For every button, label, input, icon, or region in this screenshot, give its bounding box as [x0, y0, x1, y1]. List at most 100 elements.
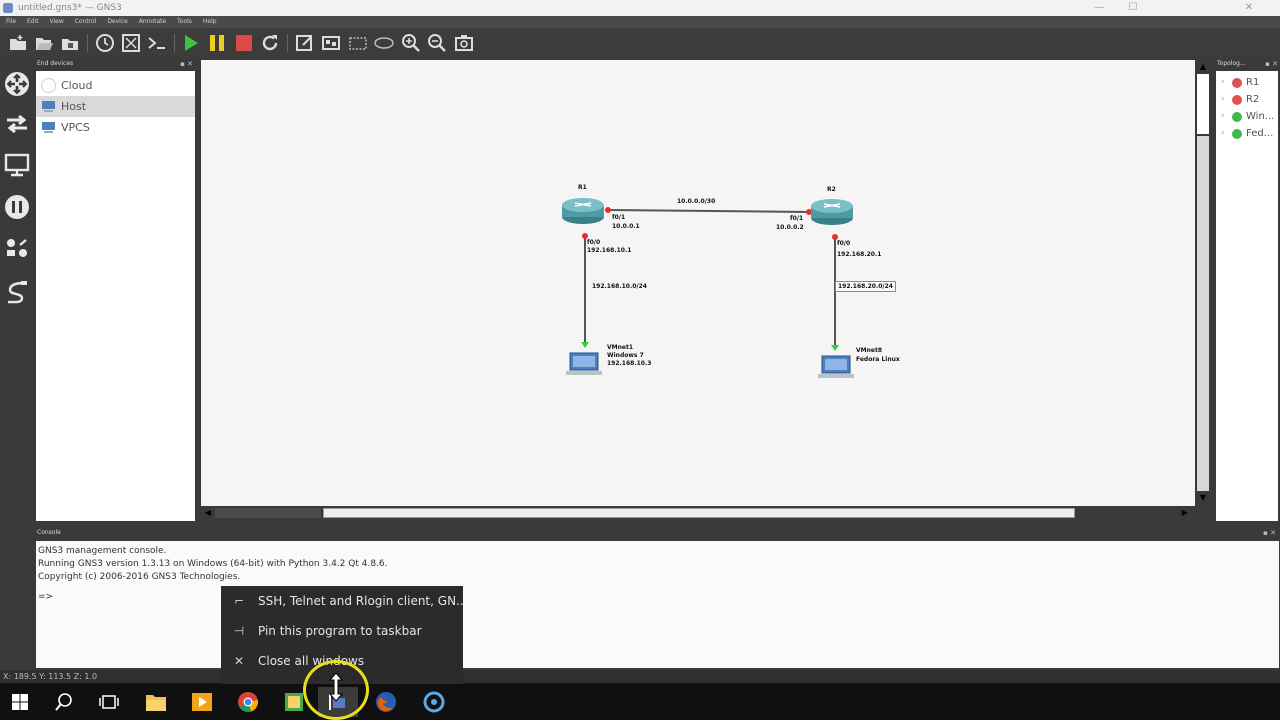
- zoom-in-button[interactable]: [400, 32, 422, 54]
- device-item-vpcs[interactable]: VPCS: [36, 117, 195, 138]
- scroll-right-arrow-icon[interactable]: ▶: [1179, 507, 1191, 519]
- menu-device[interactable]: Device: [107, 16, 128, 28]
- vertical-scroll-thumb[interactable]: [1197, 74, 1209, 134]
- router-r2[interactable]: [811, 199, 853, 225]
- vertical-scroll-track[interactable]: [1197, 136, 1209, 491]
- close-window-button[interactable]: ✕: [1234, 0, 1264, 16]
- net-right-label[interactable]: 192.168.20.0/24: [835, 281, 896, 292]
- menu-annotate[interactable]: Annotate: [139, 16, 166, 28]
- panel-dock-buttons[interactable]: ▪ ✕: [180, 58, 193, 70]
- suspend-all-button[interactable]: [206, 32, 228, 54]
- taskbar-cortana[interactable]: [414, 687, 454, 717]
- topology-item-r1[interactable]: › R1: [1216, 74, 1278, 91]
- menu-edit[interactable]: Edit: [27, 16, 39, 28]
- browse-switches-button[interactable]: [3, 110, 31, 138]
- expand-chevron-icon[interactable]: ›: [1221, 74, 1225, 91]
- end-devices-list: Cloud Host VPCS: [36, 71, 195, 521]
- panel-dock-buttons[interactable]: ▪ ✕: [1263, 527, 1276, 539]
- topology-canvas[interactable]: R1 R2 10.0.0.0/30 f0/1 10.0.0.1 f0/1 10.…: [201, 60, 1195, 506]
- link-r1-r2-label[interactable]: 10.0.0.0/30: [677, 198, 715, 205]
- start-button[interactable]: [0, 687, 40, 717]
- host-fedora[interactable]: [818, 355, 854, 378]
- console-line: Copyright (c) 2006-2016 GNS3 Technologie…: [38, 572, 241, 582]
- taskbar-firefox[interactable]: [366, 687, 406, 717]
- menu-file[interactable]: File: [6, 16, 16, 28]
- minimize-button[interactable]: —: [1084, 0, 1114, 16]
- horizontal-scroll-track-left[interactable]: [215, 508, 321, 518]
- cursor-coordinates: X: 189.5 Y: 113.5 Z: 1.0: [3, 672, 98, 681]
- host-windows7[interactable]: [566, 352, 602, 375]
- host2-os-label[interactable]: Fedora Linux: [856, 356, 900, 363]
- switch-icon: [7, 114, 27, 134]
- task-view-button[interactable]: [89, 687, 129, 717]
- add-note-button[interactable]: [294, 32, 316, 54]
- link-r1-r2[interactable]: [607, 209, 812, 213]
- reload-all-button[interactable]: [259, 32, 281, 54]
- menu-tools[interactable]: Tools: [177, 16, 192, 28]
- browse-security-devices-button[interactable]: [3, 193, 31, 221]
- r2-name-label[interactable]: R2: [827, 186, 836, 193]
- browse-all-devices-button[interactable]: [3, 235, 31, 263]
- router-r1[interactable]: [562, 198, 604, 224]
- topology-item-r2[interactable]: › R2: [1216, 91, 1278, 108]
- jumplist-pin-to-taskbar[interactable]: ⊣ Pin this program to taskbar: [221, 616, 463, 646]
- snapshot-button[interactable]: [94, 32, 116, 54]
- canvas-vertical-scrollbar[interactable]: ▲ ▼: [1196, 60, 1210, 506]
- status-stopped-icon: [1232, 78, 1242, 88]
- taskbar-chrome[interactable]: [228, 687, 268, 717]
- end-devices-panel: End devices ▪ ✕ Cloud Host VPCS: [34, 58, 197, 522]
- save-project-button[interactable]: [59, 32, 81, 54]
- new-project-button[interactable]: [7, 32, 29, 54]
- topology-item-fedora[interactable]: › Fed...: [1216, 125, 1278, 142]
- host1-if-label[interactable]: VMnet1: [607, 344, 633, 351]
- chrome-icon: [238, 692, 258, 712]
- topology-item-windows[interactable]: › Win...: [1216, 108, 1278, 125]
- canvas-horizontal-scrollbar[interactable]: ◀ ▶: [201, 506, 1195, 520]
- console-header: Console ▪ ✕: [34, 527, 1280, 539]
- interface-labels-icon: [122, 34, 140, 52]
- device-item-cloud[interactable]: Cloud: [36, 75, 195, 96]
- menu-view[interactable]: View: [50, 16, 64, 28]
- main-toolbar: [0, 28, 1280, 58]
- expand-chevron-icon[interactable]: ›: [1221, 125, 1225, 142]
- jumplist-terminal-client[interactable]: ⌐ SSH, Telnet and Rlogin client, GN...: [221, 586, 468, 616]
- host1-os-label[interactable]: Windows 7: [607, 352, 644, 359]
- panel-dock-buttons[interactable]: ▪ ✕: [1265, 58, 1278, 70]
- scroll-down-arrow-icon[interactable]: ▼: [1197, 492, 1209, 504]
- scroll-up-arrow-icon[interactable]: ▲: [1197, 61, 1209, 73]
- console-all-button[interactable]: [146, 32, 168, 54]
- security-device-icon: [5, 195, 29, 219]
- menu-control[interactable]: Control: [75, 16, 97, 28]
- browse-routers-button[interactable]: [3, 70, 31, 98]
- folder-open-icon: [36, 38, 53, 50]
- browse-end-devices-button[interactable]: [3, 151, 31, 179]
- taskbar-media-app[interactable]: [182, 687, 222, 717]
- draw-ellipse-button[interactable]: [373, 32, 395, 54]
- play-icon: [185, 35, 198, 51]
- jumplist-item-label: SSH, Telnet and Rlogin client, GN...: [258, 594, 468, 608]
- r1-name-label[interactable]: R1: [578, 184, 587, 191]
- expand-chevron-icon[interactable]: ›: [1221, 108, 1225, 125]
- scroll-left-arrow-icon[interactable]: ◀: [202, 507, 214, 519]
- expand-chevron-icon[interactable]: ›: [1221, 91, 1225, 108]
- open-project-button[interactable]: [33, 32, 55, 54]
- r1-f01-if-label: f0/1: [612, 214, 626, 221]
- host2-if-label[interactable]: VMnet8: [856, 347, 882, 354]
- start-all-button[interactable]: [180, 32, 202, 54]
- add-link-button[interactable]: [3, 278, 31, 306]
- horizontal-scroll-thumb[interactable]: [323, 508, 1075, 518]
- taskbar-file-explorer[interactable]: [136, 687, 176, 717]
- insert-picture-button[interactable]: [320, 32, 342, 54]
- host1-ip-label[interactable]: 192.168.10.3: [607, 360, 651, 367]
- device-item-host[interactable]: Host: [36, 96, 195, 117]
- maximize-button[interactable]: ☐: [1118, 0, 1148, 16]
- show-interface-labels-button[interactable]: [120, 32, 142, 54]
- zoom-out-button[interactable]: [426, 32, 448, 54]
- net-left-label[interactable]: 192.168.10.0/24: [592, 283, 647, 290]
- search-button[interactable]: [44, 687, 84, 717]
- draw-rectangle-button[interactable]: [347, 32, 369, 54]
- screenshot-button[interactable]: [453, 32, 475, 54]
- stop-all-button[interactable]: [233, 32, 255, 54]
- menu-help[interactable]: Help: [203, 16, 217, 28]
- status-stopped-icon: [1232, 95, 1242, 105]
